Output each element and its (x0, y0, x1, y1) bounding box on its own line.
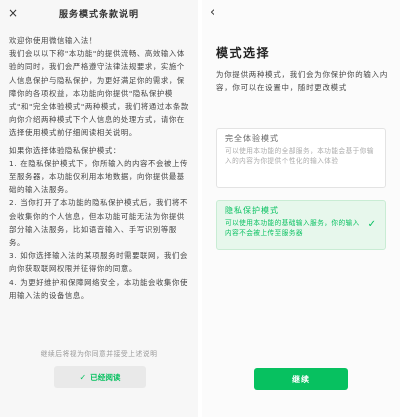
terms-title: 服务模式条款说明 (58, 10, 139, 20)
mode-option-title: 隐私保护模式 (225, 206, 279, 215)
mode-option-description: 可以使用本功能的全部服务，本功能会基于你输入的内容为你提供个性化的输入体验 (225, 147, 374, 165)
terms-footer-note: 继续后将视为你同意并接受上述说明 (40, 350, 158, 358)
mode-description: 为你提供两种模式，我们会为你保护你的输入内容，你可以在设置中，随时更改模式 (216, 70, 389, 93)
read-confirm-button[interactable]: ✓ 已经阅读 (54, 366, 146, 388)
mode-select-panel: ‹ 模式选择 为你提供两种模式，我们会为你保护你的输入内容，你可以在设置中，随时… (202, 0, 400, 417)
terms-paragraph: 欢迎你使用微信输入法！ (9, 36, 97, 45)
terms-paragraph: 1. 在隐私保护模式下，你所输入的内容不会被上传至服务器，本功能仅利用本地数据，… (9, 158, 189, 195)
check-icon: ✓ (79, 372, 87, 382)
screen: × 服务模式条款说明 欢迎你使用微信输入法！ 我们会以以下称"本功能"的提供流畅… (0, 0, 400, 417)
terms-paragraph: 3. 如你选择输入法的某项服务时需要联网，我们会向你获取联网权限并征得你的同意。 (9, 251, 189, 274)
selected-check-icon: ✓ (367, 219, 376, 230)
terms-body[interactable]: 欢迎你使用微信输入法！ 我们会以以下称"本功能"的提供流畅、高效输入体验的同时，… (0, 28, 198, 302)
terms-panel: × 服务模式条款说明 欢迎你使用微信输入法！ 我们会以以下称"本功能"的提供流畅… (0, 0, 198, 417)
terms-paragraph: 如果你选择体验隐私保护模式： (9, 145, 121, 155)
terms-paragraph: 2. 当你打开了本功能的隐私保护模式后，我们将不会收集你的个人信息，但本功能可能… (9, 198, 189, 248)
continue-button[interactable]: 继续 (254, 368, 348, 390)
mode-option-description: 可以使用本功能的基础输入服务，你的输入内容不会被上传至服务器 (225, 219, 360, 237)
back-icon[interactable]: ‹ (210, 5, 215, 20)
terms-paragraph: 我们会以以下称"本功能"的提供流畅、高效输入体验的同时，我们会严格遵守法律法规要… (9, 49, 189, 138)
terms-header: × 服务模式条款说明 (0, 0, 198, 28)
read-confirm-label: 已经阅读 (90, 372, 121, 382)
terms-paragraph: 4. 为更好维护和保障网络安全，本功能会收集你使用输入法的设备信息。 (9, 277, 189, 300)
full-experience-mode-option[interactable]: 完全体验模式 可以使用本功能的全部服务，本功能会基于你输入的内容为你提供个性化的… (216, 128, 386, 188)
mode-option-title: 完全体验模式 (225, 134, 279, 143)
privacy-mode-option[interactable]: 隐私保护模式 可以使用本功能的基础输入服务，你的输入内容不会被上传至服务器 ✓ (216, 200, 386, 250)
page-title: 模式选择 (216, 46, 271, 60)
